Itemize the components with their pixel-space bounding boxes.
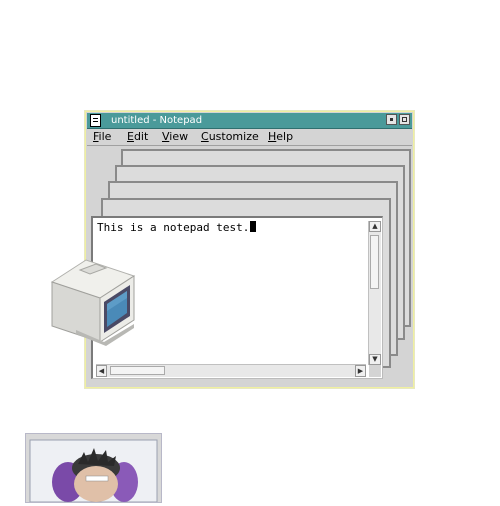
menu-bar: File Edit View Customize Help — [87, 129, 412, 146]
editor-content: This is a notepad test. — [97, 221, 257, 234]
horizontal-scrollbar[interactable]: ◀ ▶ — [96, 364, 366, 377]
vertical-scrollbar[interactable]: ▲ ▼ — [368, 221, 381, 365]
menu-file[interactable]: File — [93, 129, 111, 145]
scroll-up-button[interactable]: ▲ — [369, 221, 381, 232]
minimize-button[interactable] — [386, 114, 397, 125]
window-title: untitled - Notepad — [111, 115, 203, 126]
scroll-right-button[interactable]: ▶ — [355, 365, 366, 377]
text-cursor — [250, 221, 257, 232]
person-photo[interactable] — [25, 433, 162, 503]
window-menu-icon[interactable] — [90, 114, 101, 127]
vertical-scroll-thumb[interactable] — [370, 235, 379, 289]
scroll-corner — [369, 365, 381, 377]
editor-text: This is a notepad test. — [97, 221, 250, 234]
menu-help[interactable]: Help — [268, 129, 293, 145]
person-photo-icon — [29, 439, 158, 503]
horizontal-scroll-thumb[interactable] — [110, 366, 165, 375]
menu-customize[interactable]: Customize — [201, 129, 259, 145]
title-bar[interactable]: untitled - Notepad — [87, 113, 412, 129]
scroll-left-button[interactable]: ◀ — [96, 365, 107, 377]
menu-view[interactable]: View — [162, 129, 188, 145]
scroll-down-button[interactable]: ▼ — [369, 354, 381, 365]
menu-edit[interactable]: Edit — [127, 129, 148, 145]
maximize-button[interactable] — [399, 114, 410, 125]
computer-monitor-icon[interactable] — [46, 254, 138, 350]
